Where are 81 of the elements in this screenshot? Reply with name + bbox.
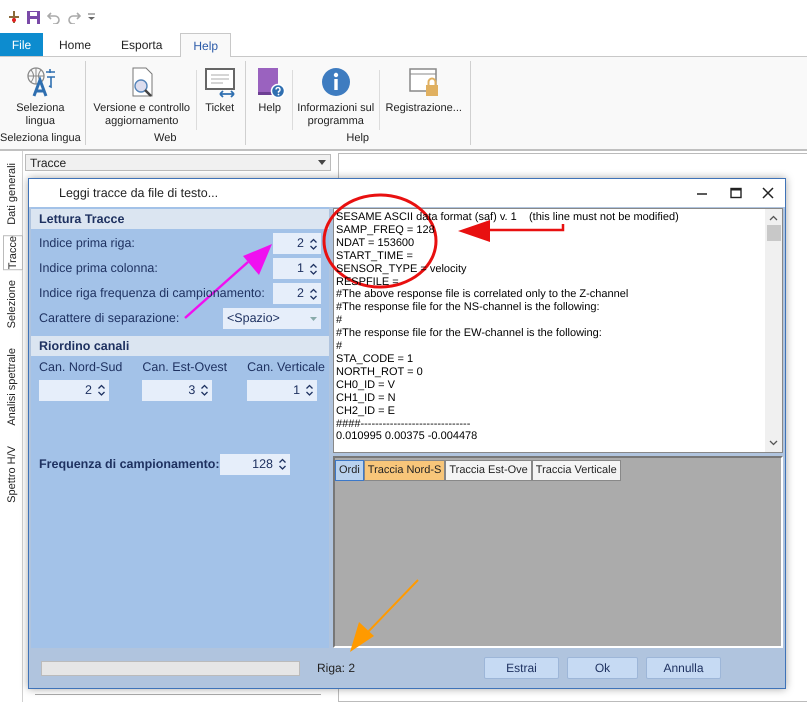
- field-label: Can. Verticale: [247, 359, 325, 376]
- number-spinner[interactable]: 3: [142, 380, 212, 401]
- status-text: Riga: 2: [317, 660, 356, 677]
- ribbon-button[interactable]: Help: [250, 66, 290, 115]
- number-spinner[interactable]: 2: [273, 233, 321, 254]
- close-icon[interactable]: [762, 187, 774, 199]
- text-line: START_TIME =: [336, 250, 413, 263]
- text-line: #The above response file is correlated only to the Z-channel: [336, 288, 628, 302]
- info-icon: [320, 66, 352, 98]
- ribbon-button[interactable]: Seleziona lingua: [7, 66, 74, 128]
- dialog-button[interactable]: Estrai: [484, 657, 559, 679]
- ribbon-button[interactable]: Versione e controllo aggiornamento: [90, 66, 194, 128]
- spin-arrows-icon: [310, 262, 317, 274]
- scroll-down-icon[interactable]: [769, 440, 778, 446]
- section-header: Lettura Tracce: [31, 209, 329, 229]
- trace-tab[interactable]: Traccia Est-Ove: [445, 460, 532, 481]
- spin-arrows-icon: [98, 384, 105, 396]
- side-tab[interactable]: Spettro H/V: [2, 446, 22, 503]
- ribbon-button[interactable]: Registrazione...: [382, 66, 466, 115]
- field-label: Can. Est-Ovest: [142, 359, 228, 376]
- number-spinner[interactable]: 2: [273, 283, 321, 304]
- field-label: Can. Nord-Sud: [39, 359, 122, 376]
- text-line: #The response file for the EW-channel is the following:: [336, 327, 602, 340]
- side-tab[interactable]: Selezione: [2, 280, 22, 328]
- ribbon-button[interactable]: Informazioni sul programma: [294, 66, 377, 128]
- field-label: Indice prima riga:: [39, 235, 136, 252]
- scrollbar[interactable]: [765, 209, 782, 452]
- field-label: Indice prima colonna:: [39, 260, 159, 278]
- scroll-thumb[interactable]: [766, 225, 780, 241]
- group-label: Help: [346, 131, 370, 145]
- text-line: #: [336, 340, 342, 353]
- save-icon[interactable]: [26, 10, 41, 24]
- trace-tab[interactable]: Traccia Nord-S: [364, 460, 446, 481]
- text-line: ####------------------------------: [336, 418, 470, 430]
- text-line: NORTH_ROT = 0: [336, 366, 423, 379]
- dialog-button[interactable]: Ok: [567, 657, 638, 679]
- add-icon[interactable]: [8, 10, 20, 24]
- dialog-title: Leggi tracce da file di testo...: [59, 184, 218, 202]
- text-line: CH0_ID = V: [336, 378, 395, 392]
- group-label: Web: [154, 131, 176, 145]
- section-header: Riordino canali: [31, 336, 329, 356]
- ribbon-tab[interactable]: Esporta: [107, 33, 176, 56]
- spin-arrows-icon: [201, 384, 208, 396]
- scroll-up-icon[interactable]: [769, 215, 778, 221]
- ribbon-tab[interactable]: Home: [45, 33, 106, 56]
- dropdown-caret-icon: [318, 160, 326, 165]
- text-line: CH2_ID = E: [336, 404, 395, 418]
- text-line: CH1_ID = N: [336, 392, 396, 405]
- text-line: #The response file for the NS-channel is the following:: [336, 301, 600, 314]
- field-label: Frequenza di campionamento:: [39, 456, 220, 473]
- text-line: 0.010995 0.00375 -0.004478: [336, 430, 478, 444]
- number-spinner[interactable]: 2: [39, 380, 109, 401]
- spin-arrows-icon: [279, 458, 286, 470]
- group-label: Seleziona lingua: [0, 131, 81, 145]
- monitor-icon: [204, 66, 236, 98]
- separator-dropdown[interactable]: <Spazio>: [223, 308, 321, 329]
- spin-arrows-icon: [306, 384, 314, 396]
- text-line: NDAT = 153600: [336, 236, 414, 250]
- ribbon-tab[interactable]: Help: [180, 33, 232, 57]
- maximize-icon[interactable]: [730, 187, 742, 199]
- text-line: #: [336, 314, 342, 328]
- field-label: Carattere di separazione:: [39, 310, 180, 328]
- spin-arrows-icon: [310, 288, 317, 300]
- side-tab[interactable]: Analisi spettrale: [2, 348, 22, 426]
- number-spinner[interactable]: 1: [247, 380, 318, 401]
- ribbon-tab[interactable]: File: [0, 33, 43, 56]
- dropdown-caret-icon: [310, 316, 317, 320]
- dialog-button[interactable]: Annulla: [646, 657, 721, 679]
- side-tab[interactable]: Tracce: [3, 234, 23, 270]
- number-spinner[interactable]: 128: [220, 454, 290, 475]
- spin-arrows-icon: [310, 238, 317, 250]
- window-lock-icon: [408, 66, 440, 98]
- trace-tab[interactable]: Ordi: [335, 460, 364, 481]
- file-preview[interactable]: [333, 208, 783, 453]
- trace-tab[interactable]: Traccia Verticale: [532, 460, 621, 481]
- side-tab[interactable]: Dati generali: [2, 163, 22, 225]
- view-selector[interactable]: Tracce: [25, 154, 331, 171]
- text-line: STA_CODE = 1: [336, 352, 414, 366]
- customize-caret-icon[interactable]: [87, 13, 96, 21]
- ribbon-button[interactable]: Ticket: [198, 66, 241, 115]
- number-spinner[interactable]: 1: [273, 258, 321, 279]
